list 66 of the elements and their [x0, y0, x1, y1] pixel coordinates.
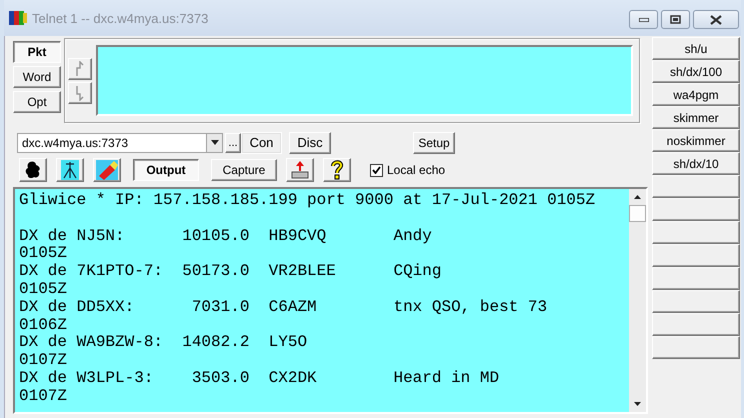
dropdown-button[interactable] — [206, 134, 222, 152]
terminal-line: 0107Z — [19, 352, 68, 370]
macro-button[interactable]: wa4pgm — [652, 83, 740, 106]
macro-button[interactable] — [652, 244, 740, 267]
minimize-icon — [638, 18, 648, 22]
macro-button[interactable]: sh/dx/10 — [652, 152, 740, 175]
macro-button[interactable] — [652, 221, 740, 244]
terminal-line: 0105Z — [19, 280, 68, 299]
toolbar-button[interactable]: Output — [133, 159, 199, 181]
history-up-button[interactable] — [68, 58, 92, 80]
toolbar-button[interactable]: Capture — [211, 159, 277, 181]
toolbar-button[interactable] — [286, 158, 314, 182]
terminal-line: DX de DD5XX: 7031.0 C6AZM tnx QSO, best 73 — [19, 298, 548, 317]
macro-button[interactable] — [652, 290, 740, 313]
terminal-line: DX de W3LPL-3: 3503.0 CX2DK Heard in MD — [19, 370, 500, 388]
caret-icon — [210, 140, 218, 145]
macro-button[interactable] — [652, 198, 740, 221]
step-icon — [76, 84, 84, 100]
maximize-icon — [670, 15, 681, 24]
check-icon — [372, 166, 381, 174]
terminal-line: 0107Z — [19, 388, 68, 406]
maximize-button[interactable] — [661, 10, 690, 29]
close-button[interactable] — [693, 10, 739, 29]
mode-button[interactable]: Opt — [13, 91, 61, 113]
blob-icon — [25, 161, 41, 179]
terminal-line: DX de 7K1PTO-7: 50173.0 VR2BLEE CQing — [19, 263, 442, 281]
history-down-button[interactable] — [68, 82, 92, 104]
setup-button[interactable]: Setup — [413, 132, 455, 154]
up-arrow-icon — [634, 195, 641, 199]
checkbox-label: Local echo — [387, 163, 446, 177]
question-icon — [330, 160, 344, 180]
terminal-line: DX de NJ5N: 10105.0 HB9CVQ Andy — [19, 228, 432, 246]
mode-button[interactable]: Word — [13, 66, 61, 88]
scrollbar[interactable] — [629, 189, 646, 412]
upload-icon — [290, 160, 310, 180]
macro-button[interactable]: sh/u — [652, 37, 740, 60]
toolbar-button[interactable] — [56, 158, 84, 182]
terminal-line: 0106Z — [19, 316, 68, 334]
checkbox[interactable] — [370, 164, 383, 176]
close-icon — [710, 14, 722, 24]
macro-button[interactable] — [652, 336, 740, 359]
eraser-icon — [96, 160, 118, 180]
toolbar-button[interactable] — [19, 158, 47, 182]
host-combo[interactable]: dxc.w4mya.us:7373 — [17, 132, 223, 152]
macro-button[interactable] — [652, 267, 740, 290]
connect-button[interactable]: Con — [241, 132, 282, 154]
terminal-line: 0105Z — [19, 245, 68, 263]
terminal-line: DX de WA9BZW-8: 14082.2 LY5O — [19, 334, 308, 352]
minimize-button[interactable] — [629, 10, 658, 29]
macro-button[interactable]: skimmer — [652, 106, 740, 129]
antenna-icon — [61, 160, 79, 180]
command-input[interactable] — [96, 45, 633, 116]
scroll-thumb[interactable] — [629, 205, 646, 222]
disconnect-button[interactable]: Disc — [289, 132, 331, 154]
app-icon — [9, 10, 27, 26]
browse-button[interactable]: ... — [225, 132, 241, 152]
help-button[interactable] — [323, 158, 351, 182]
terminal-line: Gliwice * IP: 157.158.185.199 port 9000 at 17-Jul-2021 0105Z — [19, 192, 596, 210]
down-arrow-icon — [634, 402, 641, 406]
step-icon — [76, 60, 84, 76]
window-title: Telnet 1 -- dxc.w4mya.us:7373 — [32, 10, 210, 26]
mode-button[interactable]: Pkt — [13, 41, 61, 63]
macro-button[interactable]: noskimmer — [652, 129, 740, 152]
macro-button[interactable]: sh/dx/100 — [652, 60, 740, 83]
macro-button[interactable] — [652, 313, 740, 336]
macro-button[interactable] — [652, 175, 740, 198]
